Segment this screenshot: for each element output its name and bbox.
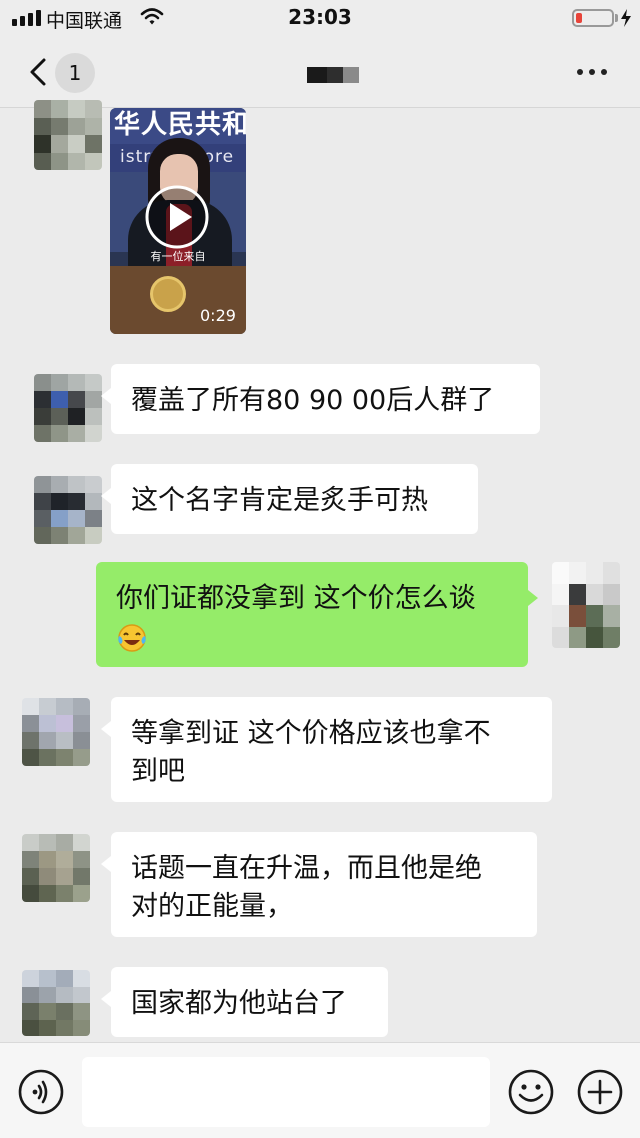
message-text: 对的正能量，: [131, 891, 293, 922]
message-bubble[interactable]: 等拿到证 这个价格应该也拿不 到吧: [101, 697, 552, 802]
voice-icon[interactable]: [17, 1068, 65, 1116]
plus-icon[interactable]: [576, 1068, 624, 1116]
avatar[interactable]: [34, 100, 102, 170]
status-time: 23:03: [288, 5, 352, 29]
battery-cap: [615, 14, 618, 22]
message-bubble-outgoing[interactable]: 你们证都没拿到 这个价怎么谈: [96, 562, 538, 667]
play-icon[interactable]: [144, 184, 210, 250]
chevron-left-icon[interactable]: [20, 52, 60, 92]
status-bar: 中国联通 23:03: [0, 0, 640, 36]
avatar[interactable]: [34, 374, 102, 442]
charging-icon: [621, 9, 631, 27]
avatar[interactable]: [22, 698, 90, 766]
message-bubble[interactable]: 话题一直在升温，而且他是绝 对的正能量，: [101, 832, 537, 937]
chat-header: 1: [0, 36, 640, 108]
message-text: 话题一直在升温，而且他是绝: [131, 853, 482, 884]
chat-input-bar: [0, 1042, 640, 1138]
battery-level: [576, 13, 582, 23]
avatar[interactable]: [22, 834, 90, 902]
message-bubble[interactable]: 这个名字肯定是炙手可热: [101, 464, 478, 534]
unread-count-badge[interactable]: 1: [55, 53, 95, 93]
message-text: 到吧: [131, 756, 185, 787]
message-bubble[interactable]: 覆盖了所有80 90 00后人群了: [101, 364, 540, 434]
message-text: 你们证都没拿到 这个价怎么谈: [116, 583, 476, 614]
my-avatar[interactable]: [552, 562, 620, 648]
smiley-icon[interactable]: [507, 1068, 555, 1116]
avatar[interactable]: [34, 476, 102, 544]
video-caption: 有一位来自: [150, 250, 206, 263]
battery-icon: [572, 9, 614, 27]
emblem-icon: [150, 276, 186, 312]
more-dots-icon[interactable]: [572, 60, 612, 84]
chat-title-redacted: [307, 67, 359, 83]
message-text: 国家都为他站台了: [131, 988, 347, 1019]
laughing-tears-emoji: [118, 623, 146, 652]
video-duration: 0:29: [200, 306, 236, 325]
message-input[interactable]: [82, 1057, 490, 1127]
message-text: 等拿到证 这个价格应该也拿不: [131, 718, 491, 749]
message-bubble[interactable]: 国家都为他站台了: [101, 967, 388, 1037]
message-text: 覆盖了所有80 90 00后人群了: [131, 385, 495, 416]
video-message[interactable]: 华人民共和 istry of Fore 有一位来自 0:29: [110, 108, 246, 334]
message-text: 这个名字肯定是炙手可热: [131, 485, 428, 516]
avatar[interactable]: [22, 970, 90, 1036]
